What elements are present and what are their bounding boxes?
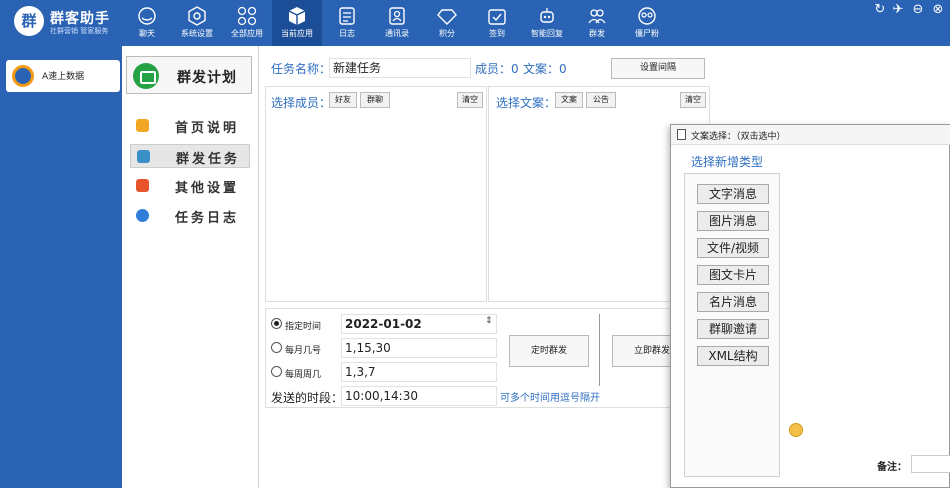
account-item[interactable]: A速上数据	[6, 60, 120, 92]
divider	[599, 314, 600, 386]
home-icon	[136, 119, 149, 132]
members-count: 成员：0	[475, 62, 519, 76]
nav-chat[interactable]: 聊天	[122, 0, 172, 46]
weekly-label: 每周周几	[285, 370, 322, 380]
specific-time-label: 指定时间	[285, 322, 322, 332]
members-panel	[265, 86, 487, 302]
copy-button[interactable]: 文案	[555, 92, 583, 108]
radio-weekly[interactable]	[271, 366, 282, 377]
weekly-days-input[interactable]: 1,3,7	[341, 362, 497, 382]
copy-select-dialog: 文案选择：（双击选中） 选择新增类型 文字消息 图片消息 文件/视频 图文卡片 …	[670, 124, 950, 488]
dialog-titlebar: 文案选择：（双击选中）	[671, 125, 950, 145]
nav-all-apps[interactable]: 全部应用	[222, 0, 272, 46]
menu-title: 群发计划	[177, 70, 237, 86]
friends-button[interactable]: 好友	[329, 92, 357, 108]
nav-system-settings[interactable]: 系统设置	[172, 0, 222, 46]
zombie-icon	[638, 7, 656, 25]
period-hint: 可多个时间用逗号隔开	[500, 393, 600, 404]
spinner-icon[interactable]: ⇕	[485, 316, 493, 326]
menu-item-task-log[interactable]: 任务日志	[130, 204, 250, 228]
monthly-days-input[interactable]: 1,15,30	[341, 338, 497, 358]
apps-icon	[237, 6, 257, 26]
account-sidebar: A速上数据	[0, 46, 122, 488]
menu-header: 群发计划	[126, 56, 252, 94]
select-copy-label: 选择文案：	[496, 96, 557, 110]
top-toolbar: 群 群客助手 社群营销 管家服务 聊天 系统设置 全部应用 当前应用 日志 通讯…	[0, 0, 950, 46]
groups-button[interactable]: 群聊	[360, 92, 390, 108]
nav-points[interactable]: 积分	[422, 0, 472, 46]
task-name-input[interactable]: 新建任务	[329, 58, 471, 78]
task-icon	[137, 150, 150, 163]
monthly-label: 每月几号	[285, 346, 322, 356]
account-avatar-icon	[12, 65, 34, 87]
radio-dot	[274, 321, 279, 326]
dialog-title: 文案选择：（双击选中）	[691, 132, 786, 142]
notice-button[interactable]: 公告	[586, 92, 616, 108]
type-image-button[interactable]: 图片消息	[697, 211, 769, 231]
chat-icon	[138, 7, 156, 25]
checkin-icon	[488, 9, 506, 25]
account-label: A速上数据	[42, 72, 85, 82]
pin-icon[interactable]: ✈	[890, 2, 906, 18]
period-input[interactable]: 10:00,14:30	[341, 386, 497, 406]
clear-copy-button[interactable]: 清空	[680, 92, 706, 108]
emoji-icon[interactable]	[789, 423, 803, 437]
nav-contacts[interactable]: 通讯录	[372, 0, 422, 46]
menu-item-mass-task[interactable]: 群发任务	[130, 144, 250, 168]
nav-current-app[interactable]: 当前应用	[272, 0, 322, 46]
remark-label: 备注：	[877, 462, 907, 473]
clear-members-button[interactable]: 清空	[457, 92, 483, 108]
type-card-button[interactable]: 图文卡片	[697, 265, 769, 285]
radio-monthly[interactable]	[271, 342, 282, 353]
plan-menu: 群发计划 首页说明 群发任务 其他设置 任务日志	[122, 46, 259, 488]
logo-icon: 群	[14, 6, 44, 36]
settings-icon	[188, 6, 206, 26]
box-icon	[136, 179, 149, 192]
timed-send-button[interactable]: 定时群发	[509, 335, 589, 367]
nav-log[interactable]: 日志	[322, 0, 372, 46]
type-namecard-button[interactable]: 名片消息	[697, 292, 769, 312]
gear-icon	[136, 209, 149, 222]
remark-input[interactable]	[911, 455, 950, 473]
document-icon	[677, 129, 686, 140]
chat-bubble-icon	[133, 63, 159, 89]
minimize-icon[interactable]: ⊖	[910, 2, 926, 18]
diamond-icon	[437, 9, 457, 25]
menu-item-home-guide[interactable]: 首页说明	[130, 114, 250, 138]
app-subtitle: 社群营销 管家服务	[50, 27, 109, 35]
date-picker[interactable]: 2022-01-02	[341, 314, 497, 334]
log-icon	[339, 7, 355, 25]
nav-smart-reply[interactable]: 智能回复	[522, 0, 572, 46]
app-logo: 群 群客助手 社群营销 管家服务	[14, 6, 124, 40]
refresh-icon[interactable]: ↻	[872, 2, 888, 18]
cube-icon	[288, 7, 306, 25]
select-members-label: 选择成员：	[271, 96, 332, 110]
type-xml-button[interactable]: XML结构	[697, 346, 769, 366]
radio-specific-time[interactable]	[271, 318, 282, 329]
robot-icon	[540, 8, 554, 23]
set-interval-button[interactable]: 设置间隔	[611, 58, 705, 79]
type-file-video-button[interactable]: 文件/视频	[697, 238, 769, 258]
dialog-subtitle: 选择新增类型	[691, 155, 764, 169]
type-list: 文字消息 图片消息 文件/视频 图文卡片 名片消息 群聊邀请 XML结构	[684, 173, 780, 477]
close-icon[interactable]: ⊗	[930, 2, 946, 18]
app-title: 群客助手	[50, 11, 110, 27]
menu-item-other-settings[interactable]: 其他设置	[130, 174, 250, 198]
contacts-icon	[389, 7, 405, 25]
type-group-invite-button[interactable]: 群聊邀请	[697, 319, 769, 339]
nav-zombie-fans[interactable]: 僵尸粉	[622, 0, 672, 46]
task-name-label: 任务名称：	[271, 62, 332, 76]
period-label: 发送的时段：	[271, 391, 344, 405]
nav-mass-send[interactable]: 群发	[572, 0, 622, 46]
type-text-button[interactable]: 文字消息	[697, 184, 769, 204]
copy-count: 文案：0	[523, 62, 567, 76]
nav-checkin[interactable]: 签到	[472, 0, 522, 46]
group-icon	[588, 9, 606, 24]
